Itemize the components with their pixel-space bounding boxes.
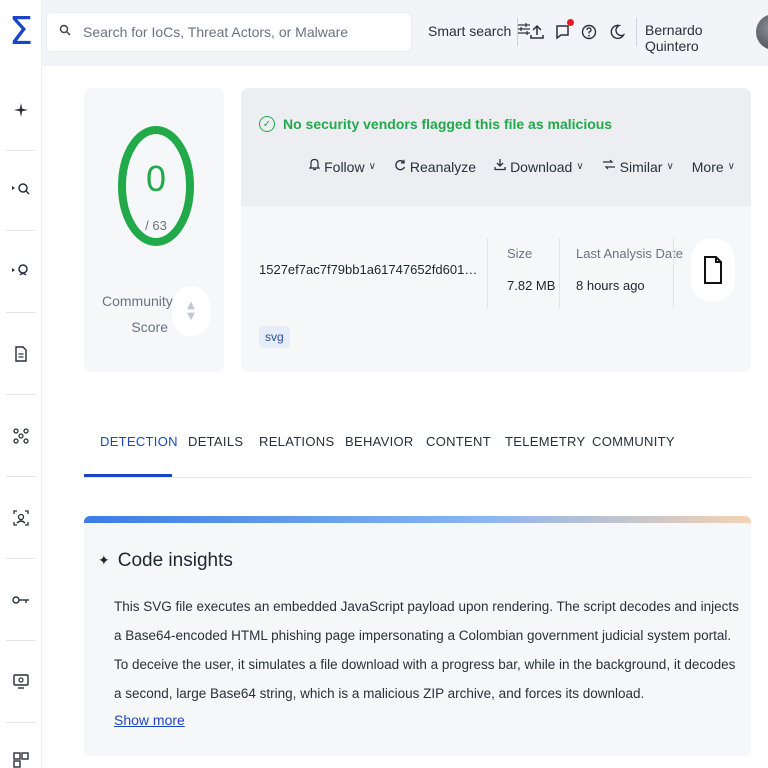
user-name: Bernardo Quintero xyxy=(645,22,703,54)
bell-icon xyxy=(308,158,321,175)
smart-search-toggle[interactable]: Smart search xyxy=(428,22,531,39)
size-value: 7.82 MB xyxy=(507,278,556,293)
engine-total: / 63 xyxy=(145,218,167,233)
tab-community[interactable]: COMMUNITY xyxy=(592,434,675,449)
insights-accent-bar xyxy=(84,516,751,523)
tab-content[interactable]: CONTENT xyxy=(426,434,491,449)
tab-telemetry[interactable]: TELEMETRY xyxy=(505,434,585,449)
chevron-down-icon: ∨ xyxy=(666,161,674,172)
similar-button[interactable]: Similar ∨ xyxy=(602,158,674,175)
file-actions: Follow ∨ Reanalyze Download ∨ Similar ∨ … xyxy=(308,158,735,175)
chevron-down-icon: ∨ xyxy=(368,161,376,172)
code-insights-heading: ✦ Code insights xyxy=(98,550,233,571)
smart-search-label: Smart search xyxy=(428,22,512,39)
dark-mode-icon[interactable] xyxy=(604,18,630,46)
search-icon xyxy=(47,24,83,40)
file-summary-panel: ✓ No security vendors flagged this file … xyxy=(241,88,751,372)
virustotal-logo[interactable]: Σ xyxy=(0,0,42,62)
refresh-icon xyxy=(394,159,406,175)
more-button[interactable]: More ∨ xyxy=(692,158,735,175)
sparkle-icon[interactable] xyxy=(0,90,42,130)
tab-relations[interactable]: RELATIONS xyxy=(259,434,334,449)
download-button[interactable]: Download ∨ xyxy=(494,158,584,175)
vote-up-icon[interactable]: ▲ xyxy=(187,300,195,311)
search-input[interactable] xyxy=(83,24,403,40)
chevron-down-icon: ∨ xyxy=(727,161,735,172)
detection-score-card: 0 / 63 Community Score ▲ ▼ xyxy=(84,88,224,372)
left-rail: Σ xyxy=(0,0,42,768)
user-menu[interactable]: Bernardo Quintero xyxy=(645,22,768,54)
help-icon[interactable] xyxy=(576,18,602,46)
sparkle-icon: ✦ xyxy=(98,553,110,569)
verdict-text: No security vendors flagged this file as… xyxy=(283,116,613,132)
intelligence-icon[interactable] xyxy=(0,250,42,290)
chevron-down-icon: ∨ xyxy=(576,161,584,172)
graph-icon[interactable] xyxy=(0,416,42,456)
search-box[interactable] xyxy=(46,12,412,52)
code-insights-text: This SVG file executes an embedded JavaS… xyxy=(114,599,739,701)
report-tabs: DETECTION DETAILS RELATIONS BEHAVIOR CON… xyxy=(84,420,751,478)
tab-detection[interactable]: DETECTION xyxy=(100,434,178,449)
api-key-icon[interactable] xyxy=(0,580,42,620)
threat-actors-icon[interactable] xyxy=(0,498,42,538)
notifications-icon[interactable] xyxy=(550,18,576,46)
reports-icon[interactable] xyxy=(0,334,42,374)
summary-header: ✓ No security vendors flagged this file … xyxy=(241,88,751,206)
show-more-link[interactable]: Show more xyxy=(114,712,185,728)
last-analysis-label: Last Analysis Date xyxy=(576,246,683,261)
reanalyze-button[interactable]: Reanalyze xyxy=(394,158,476,175)
active-tab-indicator xyxy=(84,474,172,477)
last-analysis-value: 8 hours ago xyxy=(576,278,645,293)
upload-icon[interactable] xyxy=(524,18,550,46)
size-label: Size xyxy=(507,246,533,261)
collections-icon[interactable] xyxy=(0,740,42,768)
download-icon xyxy=(494,158,506,175)
community-vote-control[interactable]: ▲ ▼ xyxy=(172,286,210,336)
file-type-icon xyxy=(691,238,735,302)
similar-icon xyxy=(602,159,616,174)
code-insights-card: ✦ Code insights This SVG file executes a… xyxy=(84,516,751,756)
file-tag[interactable]: svg xyxy=(259,326,290,348)
monitor-icon[interactable] xyxy=(0,662,42,702)
tab-details[interactable]: DETAILS xyxy=(188,434,243,449)
file-hash[interactable]: 1527ef7ac7f79bb1a61747652fd6015942a6c5..… xyxy=(259,262,481,277)
verdict-banner: ✓ No security vendors flagged this file … xyxy=(259,116,612,132)
check-circle-icon: ✓ xyxy=(259,116,275,132)
threat-hunting-icon[interactable] xyxy=(0,168,42,208)
follow-button[interactable]: Follow ∨ xyxy=(308,158,376,175)
detection-count: 0 xyxy=(145,158,167,199)
notification-badge xyxy=(567,19,574,26)
top-bar: Smart search Bernardo Quintero xyxy=(42,0,768,66)
community-score-label: Community Score xyxy=(102,293,173,335)
vote-down-icon[interactable]: ▼ xyxy=(187,311,195,322)
tab-behavior[interactable]: BEHAVIOR xyxy=(345,434,414,449)
